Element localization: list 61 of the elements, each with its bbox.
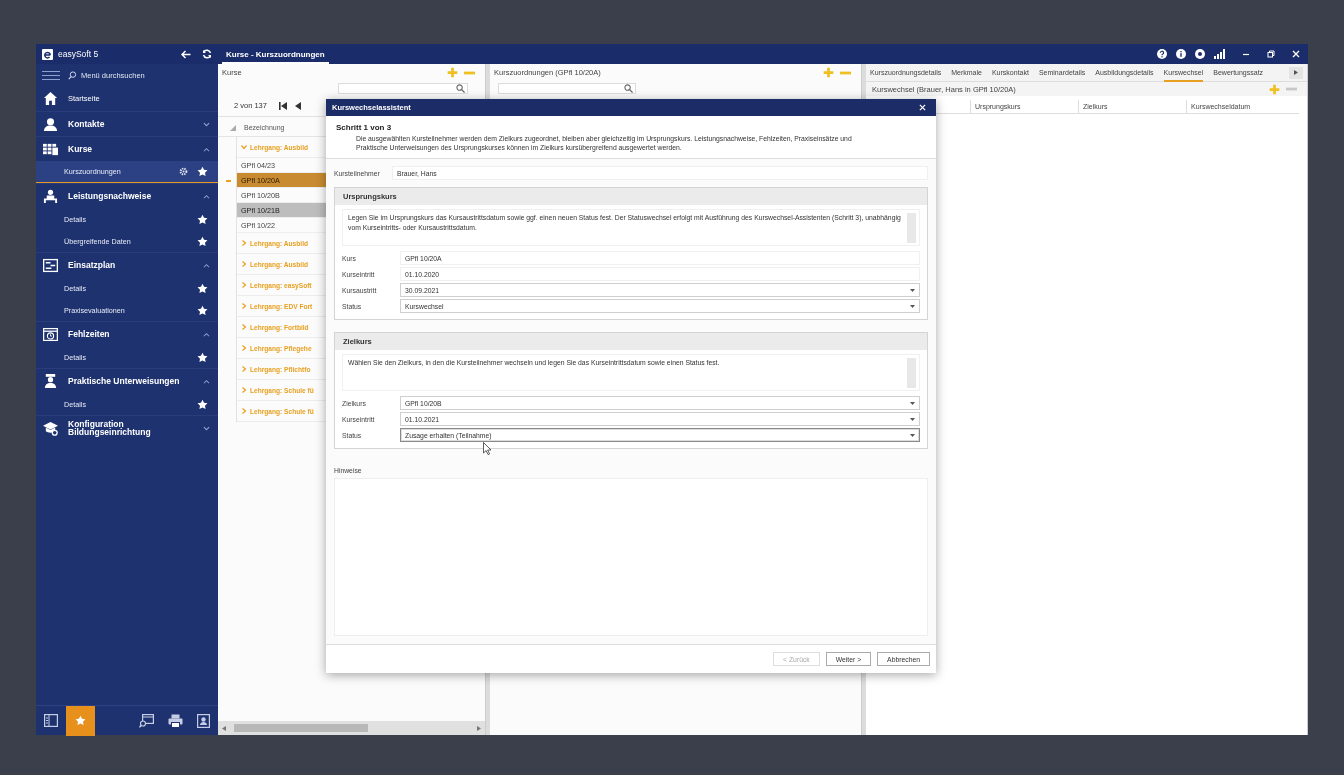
presenter-icon: [43, 188, 58, 204]
refresh-icon[interactable]: [202, 49, 212, 59]
menu-section[interactable]: Praktische Unterweisungen: [36, 368, 218, 393]
tab-scroll-button[interactable]: [1289, 66, 1303, 79]
window-tab[interactable]: Kurse - Kurszuordnungen: [222, 44, 329, 64]
first-page-icon[interactable]: [278, 101, 287, 110]
printer-icon[interactable]: [168, 713, 183, 728]
calendar-clock-icon: [43, 326, 58, 342]
star-icon[interactable]: [197, 351, 208, 363]
signal-bars-icon[interactable]: [1214, 49, 1225, 59]
search-icon[interactable]: [624, 83, 633, 93]
caret-icon: [910, 433, 915, 437]
caret-icon: [910, 417, 915, 421]
home-icon: [43, 91, 58, 106]
menu-section[interactable]: Fehlzeiten: [36, 321, 218, 346]
star-icon: [75, 715, 86, 726]
previous-icon[interactable]: [294, 101, 301, 110]
menu-section[interactable]: Einsatzplan: [36, 252, 218, 277]
contact-card-icon[interactable]: [197, 713, 210, 728]
scrollbar-thumb[interactable]: [234, 724, 368, 732]
app-name: easySoft 5: [58, 49, 99, 59]
search-icon[interactable]: [456, 83, 465, 93]
step-heading: Schritt 1 von 3: [336, 123, 393, 132]
search-field[interactable]: [498, 82, 636, 94]
star-icon[interactable]: [197, 282, 208, 294]
menu-section[interactable]: Leistungsnachweise: [36, 183, 218, 208]
instructor-icon: [43, 373, 58, 389]
layout-icon[interactable]: [44, 714, 58, 727]
star-icon[interactable]: [197, 166, 208, 177]
info-icon[interactable]: [1176, 49, 1186, 59]
caret-icon: [910, 304, 915, 308]
caret-icon: [910, 288, 915, 292]
menu-section[interactable]: Kontakte: [36, 111, 218, 136]
schedule-board-icon: [43, 257, 58, 273]
grid-icon: [43, 141, 58, 157]
restore-icon[interactable]: [1267, 50, 1275, 58]
help-icon[interactable]: [1157, 49, 1167, 59]
window-search-icon[interactable]: [139, 713, 154, 728]
star-icon[interactable]: [197, 304, 208, 316]
person-icon: [43, 116, 58, 132]
scroll-left-icon[interactable]: [222, 725, 226, 731]
graduation-cap-icon: [43, 420, 58, 436]
search-field[interactable]: [338, 82, 468, 94]
record-icon[interactable]: [1195, 49, 1205, 59]
current-row-marker-icon: [225, 179, 231, 182]
favorites-button[interactable]: [66, 705, 95, 736]
back-arrow-icon[interactable]: [181, 49, 191, 59]
search-icon: [68, 70, 77, 80]
app-logo-icon: [42, 48, 53, 60]
star-icon[interactable]: [197, 398, 208, 410]
close-icon[interactable]: [919, 104, 926, 111]
star-icon[interactable]: [197, 235, 208, 247]
close-icon[interactable]: [1292, 50, 1300, 58]
menu-section[interactable]: Konfiguration Bildungseinrichtung: [36, 415, 218, 440]
scroll-right-icon: [1294, 70, 1298, 75]
gear-icon[interactable]: [179, 167, 188, 176]
sort-corner-icon: [230, 124, 236, 131]
scroll-right-icon[interactable]: [477, 725, 481, 731]
star-icon[interactable]: [197, 213, 208, 225]
menu-icon[interactable]: [42, 70, 60, 80]
caret-icon: [910, 401, 915, 405]
